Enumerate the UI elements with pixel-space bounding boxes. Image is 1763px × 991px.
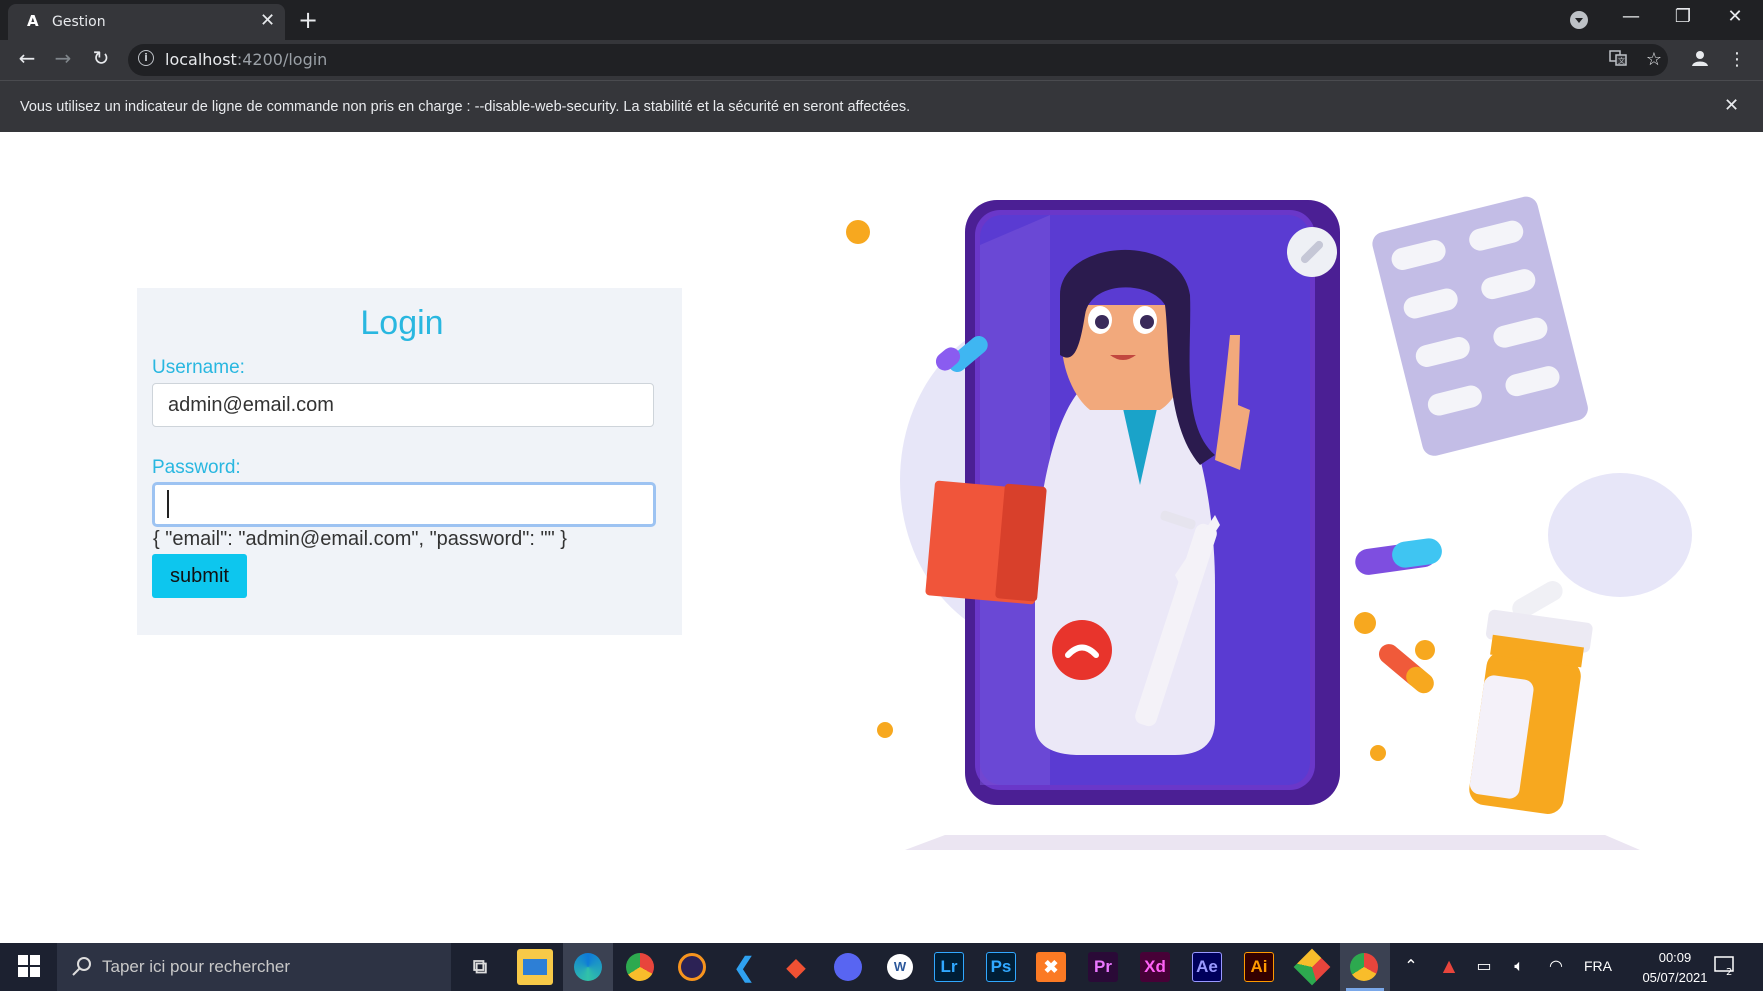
login-title: Login	[360, 304, 444, 342]
lightroom-icon[interactable]: Lr	[934, 952, 964, 982]
chrome-icon[interactable]	[622, 949, 658, 985]
vscode-icon[interactable]: ❮	[726, 949, 762, 985]
office-app-icon[interactable]	[1293, 948, 1331, 986]
submit-button[interactable]: submit	[152, 554, 247, 598]
chrome-active-icon[interactable]	[1346, 949, 1382, 985]
restore-button[interactable]: ❐	[1668, 6, 1698, 27]
new-tab-button[interactable]: +	[298, 6, 318, 34]
menu-kebab-icon[interactable]: ⋮	[1724, 49, 1750, 70]
username-label: Username:	[152, 357, 245, 378]
search-icon	[72, 957, 91, 976]
clock-time: 00:09	[1658, 950, 1692, 965]
form-json-debug: { "email": "admin@email.com", "password"…	[153, 528, 567, 550]
task-view-icon[interactable]: ⧉	[462, 949, 498, 985]
file-explorer-icon[interactable]	[517, 949, 553, 985]
url-path: :4200/login	[236, 50, 328, 69]
after-effects-icon[interactable]: Ae	[1192, 952, 1222, 982]
premiere-icon[interactable]: Pr	[1088, 952, 1118, 982]
username-input[interactable]	[152, 383, 654, 427]
url-host: localhost	[165, 50, 237, 69]
xd-icon[interactable]: Xd	[1140, 952, 1170, 982]
clock[interactable]: 00:09 05/07/2021	[1640, 948, 1710, 988]
photoshop-icon[interactable]: Ps	[986, 952, 1016, 982]
window-close-button[interactable]: ✕	[1720, 6, 1750, 27]
tab-close-icon[interactable]: ✕	[260, 10, 275, 31]
discord-icon[interactable]	[830, 949, 866, 985]
doctor-illustration	[846, 196, 1692, 850]
forward-icon[interactable]: →	[48, 46, 78, 70]
tray-chevron-icon[interactable]: ⌃	[1400, 956, 1422, 975]
translate-icon[interactable]: 文	[1605, 49, 1631, 72]
profile-icon[interactable]	[1687, 49, 1713, 72]
xampp-icon[interactable]: ✖	[1036, 952, 1066, 982]
edge-icon[interactable]	[570, 949, 606, 985]
language-indicator[interactable]: FRA	[1584, 958, 1612, 974]
browser-tab[interactable]: A Gestion ✕	[8, 4, 285, 40]
taskbar-search-placeholder: Taper ici pour rechercher	[102, 957, 291, 976]
bookmark-star-icon[interactable]: ☆	[1641, 49, 1667, 70]
wifi-icon[interactable]: ◠	[1545, 956, 1567, 975]
site-info-icon[interactable]: i	[138, 50, 154, 66]
svg-text:文: 文	[1618, 56, 1625, 65]
reload-icon[interactable]: ↻	[86, 46, 116, 70]
minimize-button[interactable]: —	[1616, 6, 1646, 27]
tab-title: Gestion	[52, 14, 106, 30]
volume-icon[interactable]: 🔈︎	[1508, 956, 1530, 976]
tab-search-icon[interactable]	[1570, 11, 1588, 29]
infobar-message: Vous utilisez un indicateur de ligne de …	[20, 99, 911, 115]
address-bar[interactable]	[128, 44, 1668, 76]
url-text[interactable]: localhost:4200/login	[165, 50, 327, 69]
battery-icon[interactable]: ▭	[1473, 956, 1495, 975]
notification-count: 2	[1726, 967, 1732, 976]
password-label: Password:	[152, 457, 241, 478]
word-app-icon[interactable]: W	[882, 949, 918, 985]
angular-icon: A	[27, 12, 39, 30]
tray-app-icon[interactable]: ▲	[1438, 956, 1460, 975]
git-icon[interactable]: ◆	[778, 949, 814, 985]
password-input[interactable]	[152, 482, 656, 527]
notifications-icon[interactable]: 2	[1714, 956, 1736, 980]
infobar-close-icon[interactable]: ✕	[1724, 95, 1739, 116]
eclipse-icon[interactable]	[674, 949, 710, 985]
windows-start-icon[interactable]	[18, 955, 40, 977]
clock-date: 05/07/2021	[1642, 970, 1708, 985]
text-caret	[167, 490, 169, 518]
back-icon[interactable]: ←	[12, 46, 42, 70]
illustrator-icon[interactable]: Ai	[1244, 952, 1274, 982]
